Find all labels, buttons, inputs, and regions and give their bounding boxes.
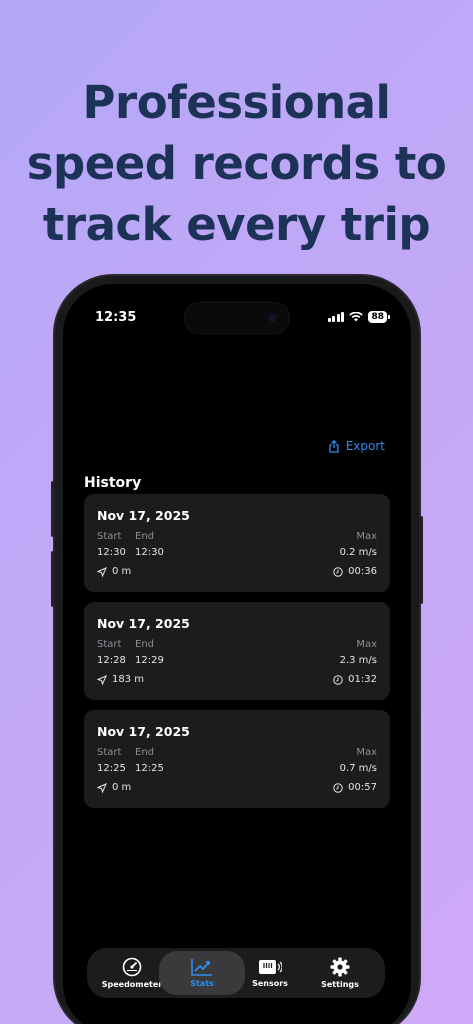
headline-line-2: speed records to [26, 137, 447, 190]
clock-icon [333, 566, 343, 577]
phone-volume-down [51, 551, 55, 607]
trip-distance: 0 m [97, 782, 131, 793]
phone-power-button [419, 516, 423, 604]
tab-label: Speedometer [101, 980, 163, 989]
phone-screen: 12:35 88 Export History Nov 17, 2025 Sta… [63, 284, 411, 1024]
trip-distance: 183 m [97, 674, 144, 685]
signal-icon [327, 312, 345, 322]
speedometer-icon [122, 957, 142, 977]
duration-value: 00:36 [348, 566, 377, 577]
max-label: Max [356, 531, 377, 542]
sensors-icon [259, 960, 282, 974]
location-arrow-icon [97, 782, 107, 793]
tab-label: Stats [190, 979, 214, 988]
end-time: 12:30 [135, 547, 164, 558]
trip-date: Nov 17, 2025 [97, 616, 190, 631]
trip-duration: 01:32 [333, 674, 377, 685]
distance-value: 0 m [112, 566, 132, 577]
max-label: Max [356, 639, 377, 650]
export-label: Export [345, 439, 385, 453]
wifi-icon [349, 312, 364, 322]
tab-sensors[interactable]: Sensors [233, 951, 307, 995]
duration-value: 00:57 [348, 782, 377, 793]
export-button[interactable]: Export [328, 439, 385, 453]
trip-date: Nov 17, 2025 [97, 724, 190, 739]
status-time: 12:35 [95, 310, 137, 325]
distance-value: 0 m [112, 782, 132, 793]
max-speed: 0.7 m/s [339, 763, 377, 774]
start-time: 12:25 [97, 763, 126, 774]
trip-distance: 0 m [97, 566, 131, 577]
dynamic-island [184, 302, 290, 334]
history-title: History [84, 475, 142, 491]
tab-label: Settings [321, 980, 359, 989]
trip-date: Nov 17, 2025 [97, 508, 190, 523]
end-label: End [135, 747, 155, 758]
clock-icon [333, 782, 343, 793]
end-time: 12:25 [135, 763, 164, 774]
clock-icon [333, 674, 343, 685]
duration-value: 01:32 [348, 674, 377, 685]
tab-settings[interactable]: Settings [303, 951, 377, 995]
location-arrow-icon [97, 566, 107, 577]
headline-line-1: Professional [82, 76, 391, 129]
trip-card[interactable]: Nov 17, 2025 Start End Max 12:30 12:30 0… [84, 494, 390, 592]
start-label: Start [97, 531, 122, 542]
location-arrow-icon [97, 674, 107, 685]
max-label: Max [356, 747, 377, 758]
tab-speedometer[interactable]: Speedometer [95, 951, 169, 995]
headline: Professional speed records to track ever… [0, 72, 473, 255]
start-label: Start [97, 639, 122, 650]
status-icons: 88 [327, 311, 390, 323]
start-label: Start [97, 747, 122, 758]
end-time: 12:29 [135, 655, 164, 666]
distance-value: 183 m [112, 674, 145, 685]
trip-card[interactable]: Nov 17, 2025 Start End Max 12:28 12:29 2… [84, 602, 390, 700]
end-label: End [135, 639, 155, 650]
start-time: 12:28 [97, 655, 126, 666]
phone-volume-up [51, 481, 55, 537]
share-icon [329, 439, 339, 453]
headline-line-3: track every trip [42, 198, 431, 251]
camera-icon [268, 313, 277, 322]
tab-bar: Speedometer Stats Sensors Settings [87, 948, 385, 998]
battery-indicator: 88 [368, 311, 390, 323]
gear-icon [330, 957, 350, 977]
trip-card[interactable]: Nov 17, 2025 Start End Max 12:25 12:25 0… [84, 710, 390, 808]
trip-duration: 00:36 [333, 566, 377, 577]
end-label: End [135, 531, 155, 542]
start-time: 12:30 [97, 547, 126, 558]
max-speed: 0.2 m/s [339, 547, 377, 558]
tab-label: Sensors [252, 979, 288, 988]
max-speed: 2.3 m/s [339, 655, 377, 666]
chart-icon [191, 959, 212, 976]
trip-duration: 00:57 [333, 782, 377, 793]
phone-frame: 12:35 88 Export History Nov 17, 2025 Sta… [51, 276, 423, 1024]
